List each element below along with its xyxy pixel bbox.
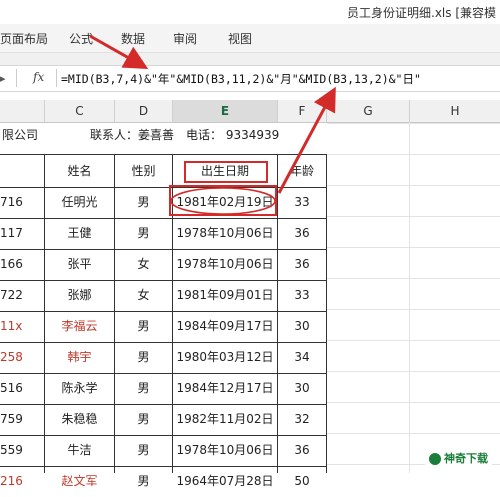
sheet-grid-line bbox=[327, 185, 500, 186]
id-tail-cell[interactable]: 166 bbox=[0, 249, 44, 280]
name-box-dropdown-icon[interactable]: ▸ bbox=[0, 72, 14, 85]
name-cell[interactable]: 张娜 bbox=[45, 280, 114, 311]
age-cell[interactable]: 33 bbox=[278, 280, 326, 311]
sheet-grid-line bbox=[327, 309, 500, 310]
name-cell[interactable]: 任明光 bbox=[45, 187, 114, 218]
column-header-h[interactable]: H bbox=[410, 100, 500, 123]
tab-view[interactable]: 视图 bbox=[228, 30, 252, 47]
age-cell[interactable]: 33 bbox=[278, 187, 326, 218]
sheet-grid-line bbox=[327, 216, 500, 217]
column-header-g[interactable]: G bbox=[327, 100, 410, 123]
name-cell[interactable]: 张平 bbox=[45, 249, 114, 280]
birth-header-highlight bbox=[184, 161, 268, 183]
name-cell[interactable]: 王健 bbox=[45, 218, 114, 249]
age-cell[interactable]: 36 bbox=[278, 435, 326, 466]
ribbon-collapsed-area bbox=[0, 53, 500, 65]
birth-date-cell[interactable]: 1981年09月01日 bbox=[173, 280, 277, 311]
gender-cell[interactable]: 男 bbox=[115, 373, 172, 404]
watermark: 神奇下载 bbox=[425, 449, 492, 467]
watermark-logo-icon bbox=[429, 453, 441, 465]
gender-cell[interactable]: 女 bbox=[115, 249, 172, 280]
age-cell[interactable]: 36 bbox=[278, 218, 326, 249]
gender-cell[interactable]: 男 bbox=[115, 435, 172, 466]
id-tail-cell[interactable]: 759 bbox=[0, 404, 44, 435]
selected-cell-highlight bbox=[169, 185, 277, 216]
name-cell[interactable]: 赵文军 bbox=[45, 466, 114, 497]
birth-date-cell[interactable]: 1978年10月06日 bbox=[173, 435, 277, 466]
gender-cell[interactable]: 男 bbox=[115, 342, 172, 373]
formula-input[interactable]: =MID(B3,7,4)&"年"&MID(B3,11,2)&"月"&MID(B3… bbox=[61, 71, 421, 87]
id-tail-cell[interactable]: 722 bbox=[0, 280, 44, 311]
header-gender[interactable]: 性别 bbox=[115, 156, 172, 187]
birth-date-cell[interactable]: 1978年10月06日 bbox=[173, 249, 277, 280]
birth-date-cell[interactable]: 1984年12月17日 bbox=[173, 373, 277, 404]
age-cell[interactable]: 30 bbox=[278, 373, 326, 404]
age-cell[interactable]: 30 bbox=[278, 311, 326, 342]
contact-cell[interactable]: 联系人：姜喜善 bbox=[90, 126, 174, 143]
gender-cell[interactable]: 女 bbox=[115, 280, 172, 311]
name-cell[interactable]: 陈永学 bbox=[45, 373, 114, 404]
name-cell[interactable]: 朱稳稳 bbox=[45, 404, 114, 435]
name-cell[interactable]: 李福云 bbox=[45, 311, 114, 342]
insert-function-icon[interactable]: fx bbox=[33, 70, 44, 84]
tab-review[interactable]: 审阅 bbox=[173, 30, 197, 47]
company-name-cell[interactable]: 限公司 bbox=[2, 126, 38, 143]
gender-cell[interactable]: 男 bbox=[115, 218, 172, 249]
id-tail-cell[interactable]: 516 bbox=[0, 373, 44, 404]
age-cell[interactable]: 34 bbox=[278, 342, 326, 373]
column-header-d[interactable]: D bbox=[115, 100, 173, 123]
id-tail-cell[interactable]: 11x bbox=[0, 311, 44, 342]
watermark-text: 神奇下载 bbox=[444, 452, 488, 465]
header-name[interactable]: 姓名 bbox=[45, 156, 114, 187]
name-cell[interactable]: 韩宇 bbox=[45, 342, 114, 373]
table-grid-line bbox=[326, 154, 327, 473]
id-tail-cell[interactable]: 559 bbox=[0, 435, 44, 466]
gender-cell[interactable]: 男 bbox=[115, 466, 172, 497]
sheet-grid-line bbox=[327, 123, 500, 124]
table-grid-line bbox=[44, 154, 45, 473]
sheet-grid-line bbox=[327, 371, 500, 372]
tab-formulas[interactable]: 公式 bbox=[69, 30, 93, 47]
birth-date-cell[interactable]: 1984年09月17日 bbox=[173, 311, 277, 342]
gender-cell[interactable]: 男 bbox=[115, 187, 172, 218]
column-header-e[interactable]: E bbox=[173, 100, 278, 123]
title-bar: 员工身份证明细.xls [兼容模 bbox=[0, 0, 500, 24]
formula-bar: ▸ fx =MID(B3,7,4)&"年"&MID(B3,11,2)&"月"&M… bbox=[0, 65, 500, 92]
birth-date-cell[interactable]: 1964年07月28日 bbox=[173, 466, 277, 497]
id-tail-cell[interactable]: 258 bbox=[0, 342, 44, 373]
ribbon-tabs: 页面布局 公式 数据 审阅 视图 bbox=[0, 24, 500, 53]
formula-bar-divider bbox=[56, 69, 57, 87]
sheet-grid-line bbox=[327, 154, 500, 155]
gender-cell[interactable]: 男 bbox=[115, 311, 172, 342]
age-cell[interactable]: 32 bbox=[278, 404, 326, 435]
id-tail-cell[interactable]: 716 bbox=[0, 187, 44, 218]
name-cell[interactable]: 牛洁 bbox=[45, 435, 114, 466]
id-tail-cell[interactable]: 117 bbox=[0, 218, 44, 249]
column-header-f[interactable]: F bbox=[278, 100, 327, 123]
formula-bar-divider bbox=[16, 69, 17, 87]
sheet-grid-line bbox=[327, 247, 500, 248]
window-title: 员工身份证明细.xls [兼容模 bbox=[347, 6, 496, 20]
birth-date-cell[interactable]: 1982年11月02日 bbox=[173, 404, 277, 435]
age-cell[interactable]: 50 bbox=[278, 466, 326, 497]
sheet-grid-line bbox=[327, 278, 500, 279]
birth-date-cell[interactable]: 1980年03月12日 bbox=[173, 342, 277, 373]
sheet-grid-line bbox=[327, 340, 500, 341]
birth-date-cell[interactable]: 1978年10月06日 bbox=[173, 218, 277, 249]
sheet-grid-line bbox=[327, 433, 500, 434]
phone-cell[interactable]: 电话： 9334939 bbox=[186, 126, 279, 143]
header-age[interactable]: 年龄 bbox=[278, 156, 326, 187]
column-header-b[interactable] bbox=[0, 100, 45, 123]
id-tail-cell[interactable]: 216 bbox=[0, 466, 44, 497]
sheet-grid-line bbox=[409, 122, 410, 473]
tab-page-layout[interactable]: 页面布局 bbox=[0, 30, 48, 47]
sheet-grid-line bbox=[327, 402, 500, 403]
age-cell[interactable]: 36 bbox=[278, 249, 326, 280]
table-grid-line bbox=[277, 154, 278, 473]
column-header-c[interactable]: C bbox=[45, 100, 115, 123]
gender-cell[interactable]: 男 bbox=[115, 404, 172, 435]
tab-data[interactable]: 数据 bbox=[121, 30, 145, 47]
table-grid-line bbox=[114, 154, 115, 473]
